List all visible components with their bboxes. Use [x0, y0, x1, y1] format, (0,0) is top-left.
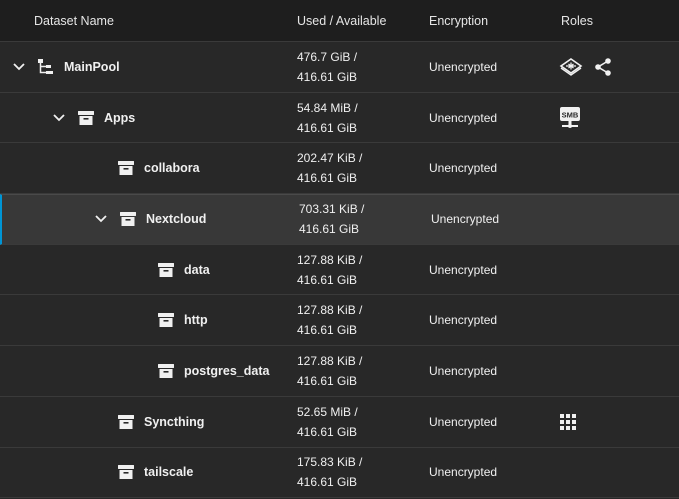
smb-share-icon[interactable]: SMB [559, 106, 583, 130]
used-available: 127.88 KiB / 416.61 GiB [297, 351, 362, 391]
dataset-name: http [184, 313, 208, 328]
datasets-table: Dataset Name Used / Available Encryption… [0, 0, 679, 499]
used-value: 703.31 KiB / [299, 202, 365, 217]
available-value: 416.61 GiB [297, 120, 358, 135]
used-available: 476.7 GiB / 416.61 GiB [297, 47, 357, 87]
used-available: 52.65 MiB / 416.61 GiB [297, 402, 358, 442]
column-header-used-available[interactable]: Used / Available [297, 14, 386, 28]
roles-cell [559, 57, 613, 77]
dataset-icon [117, 159, 135, 177]
roles-cell: SMB [559, 106, 583, 130]
available-value: 416.61 GiB [297, 475, 358, 490]
available-value: 416.61 GiB [297, 69, 358, 84]
dataset-icon [157, 261, 175, 279]
dataset-name: MainPool [64, 59, 120, 74]
available-value: 416.61 GiB [297, 323, 358, 338]
dataset-name: Nextcloud [146, 212, 207, 227]
used-available: 703.31 KiB / 416.61 GiB [299, 199, 364, 239]
used-value: 127.88 KiB / [297, 353, 363, 368]
used-available: 54.84 MiB / 416.61 GiB [297, 98, 358, 138]
table-row[interactable]: MainPool 476.7 GiB / 416.61 GiB Unencrypted [0, 42, 679, 93]
used-available: 127.88 KiB / 416.61 GiB [297, 250, 362, 290]
dataset-name: Syncthing [144, 414, 205, 429]
column-header-roles[interactable]: Roles [561, 14, 593, 28]
table-body: MainPool 476.7 GiB / 416.61 GiB Unencrypted… [0, 42, 679, 499]
table-header: Dataset Name Used / Available Encryption… [0, 0, 679, 42]
dataset-name: postgres_data [184, 363, 270, 378]
used-value: 476.7 GiB / [297, 49, 358, 64]
dataset-icon [157, 362, 175, 380]
available-value: 416.61 GiB [299, 222, 360, 237]
used-value: 52.65 MiB / [297, 404, 358, 419]
dataset-name: tailscale [144, 465, 194, 480]
encryption-status: Unencrypted [429, 363, 498, 378]
dataset-icon [119, 210, 137, 228]
column-header-dataset-name[interactable]: Dataset Name [34, 14, 114, 28]
table-row[interactable]: Nextcloud 703.31 KiB / 416.61 GiB Unencrypt… [0, 194, 679, 245]
dataset-role-icon[interactable] [559, 57, 583, 77]
encryption-status: Unencrypted [431, 212, 500, 227]
used-value: 127.88 KiB / [297, 252, 363, 267]
table-row[interactable]: collabora 202.47 KiB / 416.61 GiB Unencrypt… [0, 143, 679, 195]
share-icon[interactable] [593, 57, 613, 77]
encryption-status: Unencrypted [429, 414, 498, 429]
used-value: 175.83 KiB / [297, 455, 363, 470]
table-row[interactable]: Apps 54.84 MiB / 416.61 GiB Unencrypted SMB [0, 92, 679, 144]
encryption-status: Unencrypted [429, 110, 498, 125]
encryption-status: Unencrypted [429, 161, 498, 176]
dataset-icon [157, 311, 175, 329]
roles-cell [559, 413, 577, 431]
available-value: 416.61 GiB [297, 171, 358, 186]
chevron-down-icon[interactable] [12, 60, 26, 74]
dataset-name: Apps [104, 110, 136, 125]
used-value: 54.84 MiB / [297, 100, 358, 115]
table-row[interactable]: tailscale 175.83 KiB / 416.61 GiB Unencrypt… [0, 447, 679, 499]
used-value: 202.47 KiB / [297, 151, 363, 166]
encryption-status: Unencrypted [429, 59, 498, 74]
apps-grid-icon[interactable] [559, 413, 577, 431]
smb-label: SMB [562, 110, 579, 119]
available-value: 416.61 GiB [297, 373, 358, 388]
pool-tree-icon [37, 58, 55, 76]
used-available: 175.83 KiB / 416.61 GiB [297, 452, 362, 492]
encryption-status: Unencrypted [429, 313, 498, 328]
encryption-status: Unencrypted [429, 262, 498, 277]
chevron-down-icon[interactable] [52, 111, 66, 125]
table-row[interactable]: Syncthing 52.65 MiB / 416.61 GiB Unencrypte… [0, 396, 679, 448]
used-available: 202.47 KiB / 416.61 GiB [297, 148, 362, 188]
dataset-icon [117, 463, 135, 481]
dataset-icon [117, 413, 135, 431]
used-available: 127.88 KiB / 416.61 GiB [297, 300, 362, 340]
dataset-name: collabora [144, 161, 200, 176]
table-row[interactable]: postgres_data 127.88 KiB / 416.61 GiB Unenc… [0, 346, 679, 397]
table-row[interactable]: data 127.88 KiB / 416.61 GiB Unencrypted [0, 244, 679, 296]
encryption-status: Unencrypted [429, 465, 498, 480]
available-value: 416.61 GiB [297, 424, 358, 439]
column-header-encryption[interactable]: Encryption [429, 14, 488, 28]
table-row[interactable]: http 127.88 KiB / 416.61 GiB Unencrypted [0, 295, 679, 347]
chevron-down-icon[interactable] [94, 212, 108, 226]
available-value: 416.61 GiB [297, 272, 358, 287]
dataset-name: data [184, 262, 210, 277]
used-value: 127.88 KiB / [297, 303, 363, 318]
dataset-icon [77, 109, 95, 127]
